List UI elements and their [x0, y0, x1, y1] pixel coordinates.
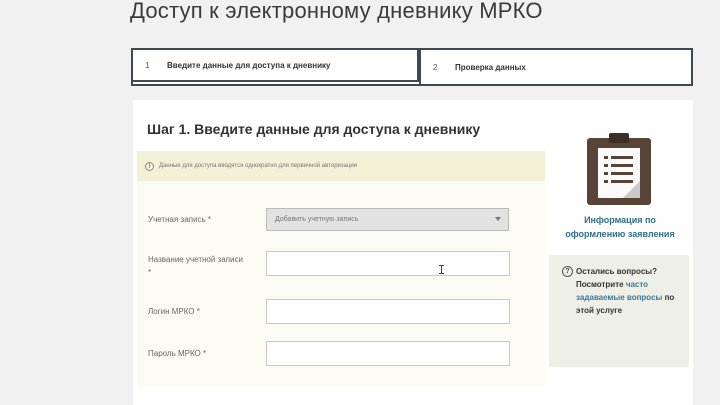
login-input[interactable] [266, 299, 510, 324]
step-label: Введите данные для доступа к дневнику [167, 60, 331, 70]
notice-banner: ! Данные для доступа вводятся однократно… [137, 151, 545, 181]
account-label: Учетная запись * [148, 215, 211, 224]
application-info-link[interactable]: Информация по оформлению заявления [556, 213, 684, 241]
step-number: 1 [145, 60, 150, 70]
text-cursor-icon [439, 265, 444, 274]
account-select[interactable]: Добавить учетную запись [266, 208, 509, 231]
password-label: Пароль МРКО * [148, 349, 207, 358]
step-2[interactable]: 2 Проверка данных [419, 50, 691, 84]
page-title: Доступ к электронному дневнику МРКО [130, 0, 543, 23]
step-1-active[interactable]: 1 Введите данные для доступа к дневнику [131, 48, 419, 82]
question-icon: ? [562, 266, 573, 277]
notice-text: Данные для доступа вводятся однократно д… [159, 163, 358, 169]
faq-text: Остались вопросы? Посмотрите часто задав… [576, 265, 678, 317]
step-heading: Шаг 1. Введите данные для доступа к днев… [147, 121, 481, 137]
password-input[interactable] [266, 341, 510, 366]
account-name-label: Название учетной записи * [148, 255, 243, 277]
step-label: Проверка данных [455, 62, 526, 72]
login-label: Логин МРКО * [148, 307, 200, 316]
step-number: 2 [433, 62, 438, 72]
account-name-input[interactable] [266, 251, 510, 276]
step-progress: 1 Введите данные для доступа к дневнику … [131, 48, 693, 86]
chevron-down-icon [495, 217, 501, 221]
clipboard-icon[interactable] [587, 133, 651, 205]
info-icon: ! [145, 161, 154, 171]
account-select-value: Добавить учетную запись [275, 216, 359, 223]
